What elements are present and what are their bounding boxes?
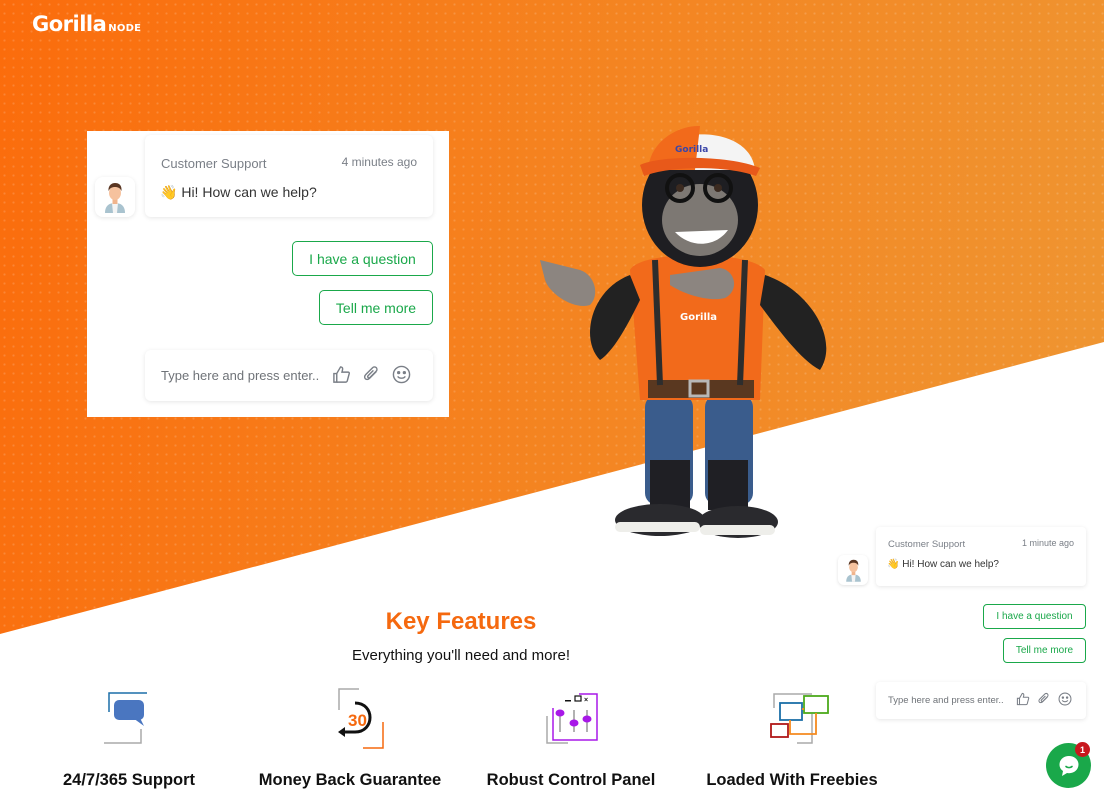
feature-label: Robust Control Panel bbox=[486, 771, 656, 789]
chat-widget-popup: Customer Support 1 minute ago 👋 Hi! How … bbox=[838, 527, 1094, 727]
cap-logo-text: Gorilla bbox=[675, 145, 708, 155]
agent-message-bubble: Customer Support 4 minutes ago 👋 Hi! How… bbox=[145, 135, 433, 217]
thumbs-up-icon[interactable] bbox=[1016, 692, 1030, 706]
quick-reply-tell-more-button[interactable]: Tell me more bbox=[1003, 638, 1086, 663]
paperclip-icon[interactable] bbox=[362, 365, 381, 384]
key-features-subtitle: Everything you'll need and more! bbox=[352, 647, 570, 664]
message-body: Hi! How can we help? bbox=[181, 184, 317, 200]
emoji-icon[interactable] bbox=[1058, 692, 1072, 706]
message-time: 1 minute ago bbox=[1021, 538, 1074, 548]
agent-avatar bbox=[838, 555, 868, 585]
quick-reply-tell-more-button[interactable]: Tell me more bbox=[319, 290, 433, 325]
agent-avatar-icon bbox=[105, 183, 125, 213]
agent-avatar bbox=[95, 177, 135, 217]
feature-control-panel: × Robust Control Panel bbox=[461, 686, 681, 789]
quick-reply-question-button[interactable]: I have a question bbox=[983, 604, 1086, 629]
key-features-title: Key Features bbox=[385, 608, 537, 635]
wave-icon: 👋 bbox=[160, 184, 178, 200]
chat-icon bbox=[1059, 755, 1078, 776]
control-panel-sliders-icon: × bbox=[546, 693, 598, 744]
message-body: Hi! How can we help? bbox=[902, 559, 999, 570]
message-input-placeholder: Type here and press enter.. bbox=[161, 368, 320, 383]
svg-text:×: × bbox=[584, 697, 588, 704]
chat-bubble-icon bbox=[104, 692, 147, 744]
message-text: 👋 Hi! How can we help? bbox=[160, 184, 317, 201]
agent-avatar-icon bbox=[845, 559, 861, 582]
unread-count-badge: 1 bbox=[1075, 742, 1090, 757]
quick-reply-question-button[interactable]: I have a question bbox=[292, 241, 433, 276]
feature-money-back: 30 Money Back Guarantee bbox=[240, 686, 460, 789]
shirt-logo-text: Gorilla bbox=[680, 312, 717, 323]
emoji-icon[interactable] bbox=[392, 365, 411, 384]
feature-label: Money Back Guarantee bbox=[258, 771, 442, 789]
message-input[interactable]: Type here and press enter.. bbox=[145, 350, 433, 401]
chat-preview-large: Customer Support 4 minutes ago 👋 Hi! How… bbox=[87, 131, 449, 417]
feature-support: 24/7/365 Support bbox=[19, 686, 239, 789]
logo-main-text: Gorilla bbox=[32, 12, 107, 36]
paperclip-icon[interactable] bbox=[1037, 692, 1051, 706]
message-input-placeholder: Type here and press enter.. bbox=[888, 695, 1004, 706]
sender-name: Customer Support bbox=[161, 156, 267, 171]
logo-sub-text: NODE bbox=[108, 23, 142, 34]
feature-label: 24/7/365 Support bbox=[62, 771, 196, 789]
agent-message-bubble: Customer Support 1 minute ago 👋 Hi! How … bbox=[876, 527, 1086, 586]
message-text: 👋 Hi! How can we help? bbox=[887, 559, 999, 570]
wave-icon: 👋 bbox=[887, 559, 900, 570]
feature-label: Loaded With Freebies bbox=[706, 771, 878, 789]
sender-name: Customer Support bbox=[888, 539, 966, 550]
30-day-return-icon: 30 bbox=[338, 688, 384, 749]
message-time: 4 minutes ago bbox=[341, 155, 417, 169]
message-input[interactable]: Type here and press enter.. bbox=[876, 682, 1086, 719]
thumbs-up-icon[interactable] bbox=[332, 365, 351, 384]
gorilla-mascot-illustration: Gorilla Gorilla bbox=[540, 125, 827, 538]
thirty-badge: 30 bbox=[348, 711, 367, 730]
page: Gorilla NODE Customer Support 4 minutes … bbox=[0, 0, 1104, 800]
connected-windows-icon bbox=[770, 693, 829, 744]
logo[interactable]: Gorilla NODE bbox=[32, 14, 141, 35]
